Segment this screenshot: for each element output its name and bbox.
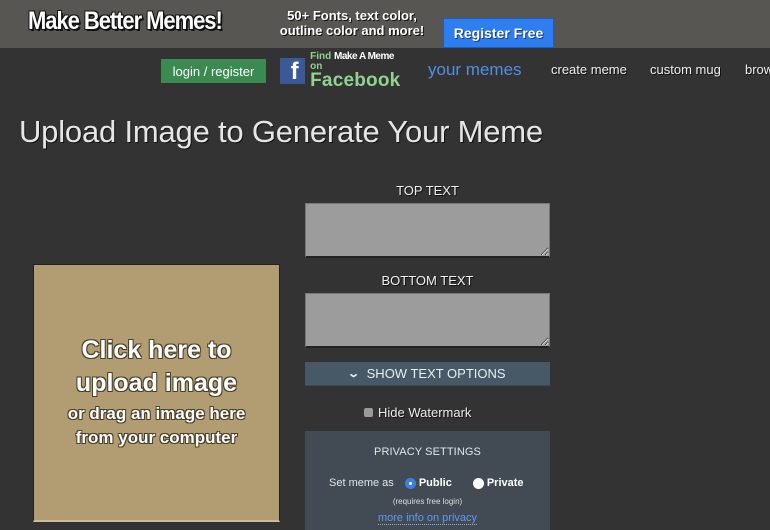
upload-image-dropzone[interactable]: Click here to upload image or drag an im… xyxy=(33,264,280,522)
upload-main-line1: Click here to xyxy=(81,335,232,364)
register-free-button[interactable]: Register Free xyxy=(443,18,554,48)
bottom-text-input[interactable] xyxy=(305,293,550,348)
private-label: Private xyxy=(486,477,524,489)
nav-your-memes[interactable]: your memes xyxy=(428,60,522,80)
set-meme-as-label: Set meme as xyxy=(329,477,394,489)
ad-subtext-line1: 50+ Fonts, text color, xyxy=(287,8,417,23)
nav-custom-mug[interactable]: custom mug xyxy=(650,62,721,77)
hide-watermark-checkbox[interactable] xyxy=(364,408,373,417)
ad-headline: Make Better Memes! xyxy=(28,7,223,35)
public-label: Public xyxy=(418,477,452,489)
public-radio[interactable] xyxy=(404,477,416,489)
login-register-button[interactable]: login / register xyxy=(161,59,266,83)
top-nav: login / register f Find Make A Meme on F… xyxy=(0,48,770,94)
privacy-public-option[interactable]: Public xyxy=(404,477,452,489)
ad-subtext: 50+ Fonts, text color, outline color and… xyxy=(272,8,432,38)
private-radio[interactable] xyxy=(472,477,484,489)
hide-watermark-option[interactable]: Hide Watermark xyxy=(364,405,471,420)
facebook-network-name: Facebook xyxy=(310,70,401,91)
privacy-login-note: (requires free login) xyxy=(392,497,463,506)
facebook-find-line: Find Make A Meme on xyxy=(310,52,405,72)
top-text-input[interactable] xyxy=(305,203,550,258)
nav-create-meme[interactable]: create meme xyxy=(551,62,627,77)
privacy-settings-title: PRIVACY SETTINGS xyxy=(374,446,481,458)
ad-subtext-line2: outline color and more! xyxy=(279,23,425,38)
show-text-options-button[interactable]: ⌄ SHOW TEXT OPTIONS xyxy=(305,362,550,386)
facebook-link[interactable]: f Find Make A Meme on Facebook xyxy=(280,52,405,90)
privacy-private-option[interactable]: Private xyxy=(472,477,524,489)
facebook-text: Find Make A Meme on Facebook xyxy=(310,52,405,91)
privacy-settings-panel: PRIVACY SETTINGS Set meme as Public Priv… xyxy=(305,431,550,530)
chevron-down-icon: ⌄ xyxy=(347,368,361,380)
upload-main-line2: upload image xyxy=(75,368,238,397)
facebook-icon: f xyxy=(280,58,306,84)
top-text-label: TOP TEXT xyxy=(396,183,459,198)
ad-banner[interactable]: Make Better Memes! 50+ Fonts, text color… xyxy=(0,0,770,48)
nav-browse[interactable]: brow xyxy=(745,62,770,77)
page-title: Upload Image to Generate Your Meme xyxy=(19,114,543,149)
show-text-options-label: SHOW TEXT OPTIONS xyxy=(366,366,506,381)
bottom-text-label: BOTTOM TEXT xyxy=(381,273,474,288)
upload-sub-line1: or drag an image here xyxy=(67,403,246,423)
privacy-info-link[interactable]: more info on privacy xyxy=(377,512,478,525)
upload-sub-line2: from your computer xyxy=(75,427,238,447)
hide-watermark-label: Hide Watermark xyxy=(378,405,472,420)
facebook-brand: Make A Meme xyxy=(334,51,394,62)
privacy-visibility-row: Set meme as Public Private xyxy=(329,477,524,489)
privacy-info-link-wrap: more info on privacy xyxy=(305,512,550,525)
